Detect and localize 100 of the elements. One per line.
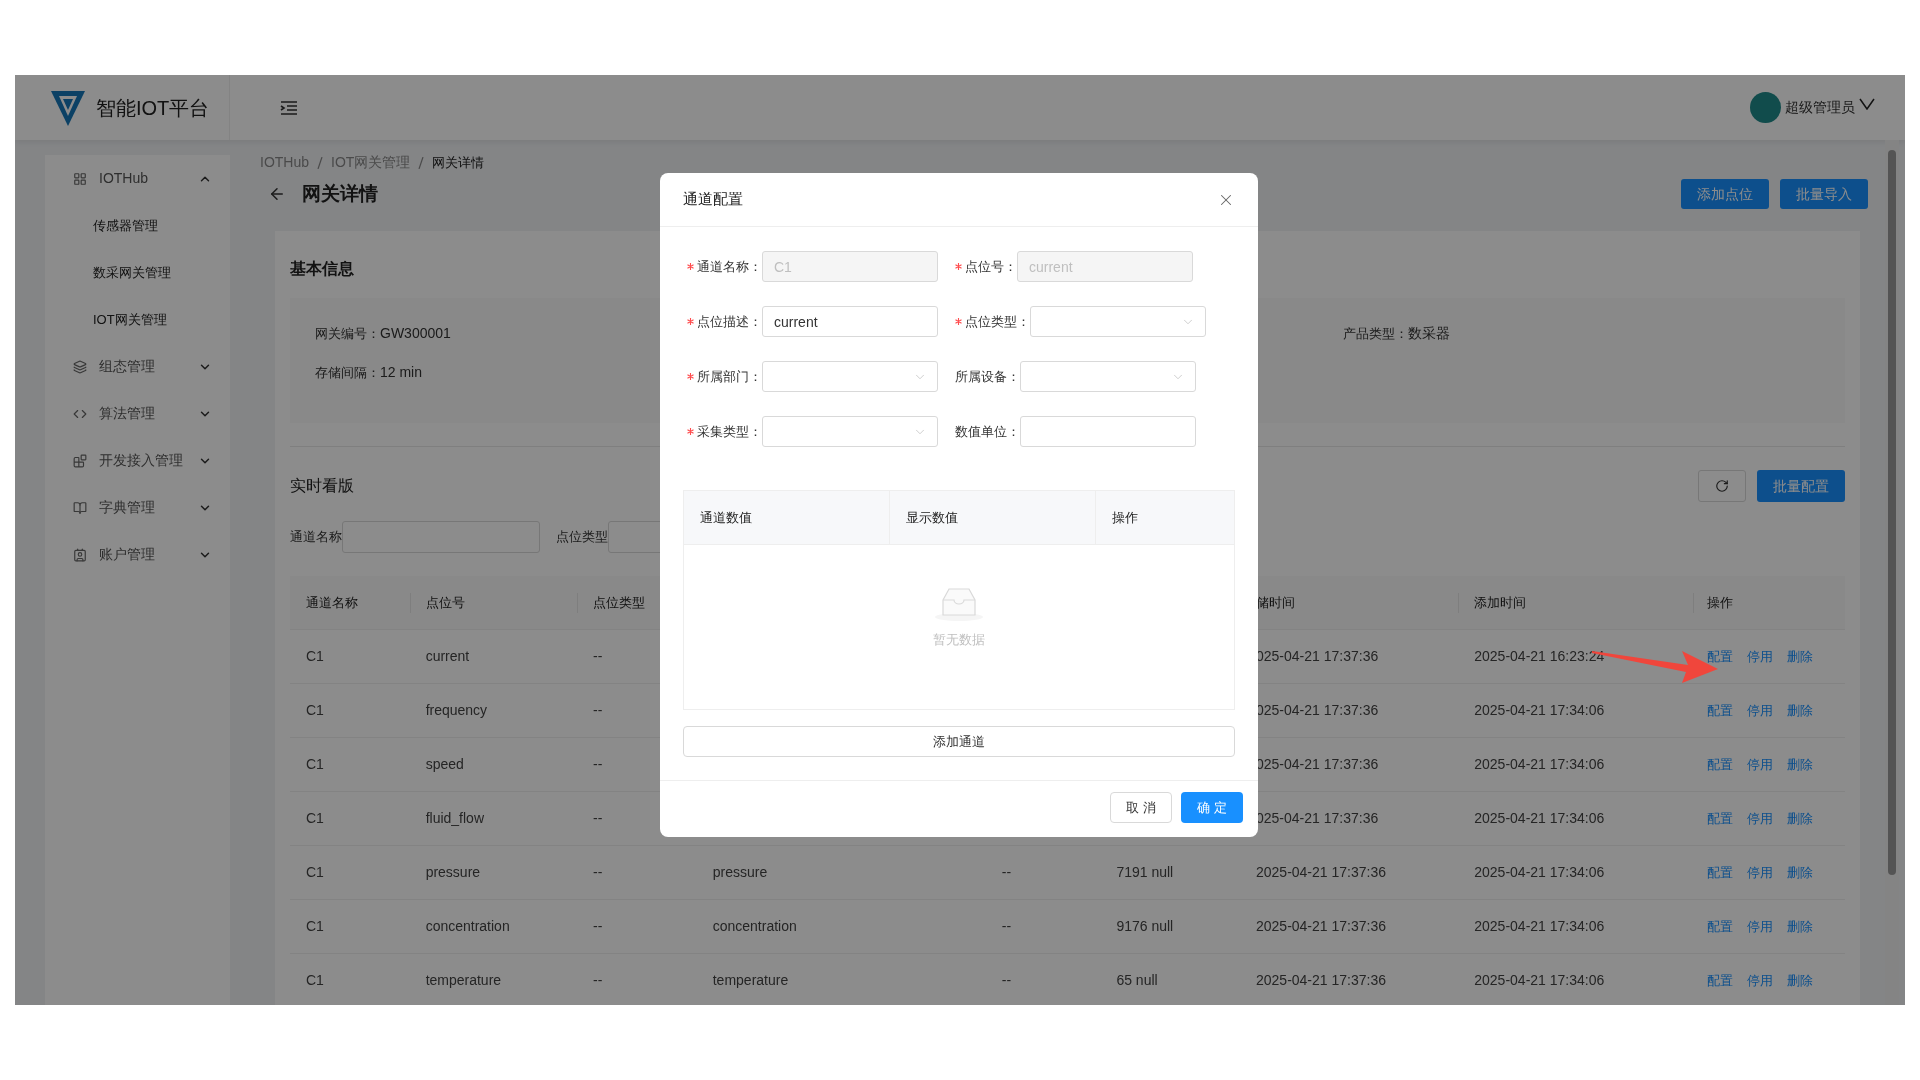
text-field[interactable] xyxy=(1020,416,1196,447)
table-cell-text: 2025-04-21 17:34:06 xyxy=(1474,863,1605,882)
sidebar-item[interactable]: 开发接入管理 xyxy=(45,437,230,484)
action-link[interactable]: 停用 xyxy=(1746,808,1773,829)
ok-button[interactable]: 确 定 xyxy=(1181,792,1243,823)
action-link[interactable]: 停用 xyxy=(1746,700,1773,721)
app-title: 智能IOT平台 xyxy=(96,95,210,121)
table-cell-text: pressure xyxy=(712,863,768,882)
cancel-button[interactable]: 取 消 xyxy=(1110,792,1172,823)
empty-text: 暂无数据 xyxy=(933,631,985,650)
column-header: 添加时间 xyxy=(1474,593,1527,612)
sidebar-item[interactable]: 账户管理 xyxy=(45,531,230,578)
slash-separator-icon xyxy=(317,156,323,169)
table-cell-text: -- xyxy=(593,647,603,666)
field-label: 采集类型： xyxy=(697,422,762,441)
table-cell-text: 65 null xyxy=(1116,971,1158,990)
action-link[interactable]: 停用 xyxy=(1746,754,1773,775)
action-link[interactable]: 删除 xyxy=(1786,862,1813,883)
batch-config-button[interactable]: 批量配置 xyxy=(1757,470,1845,502)
action-link[interactable]: 删除 xyxy=(1786,970,1813,991)
add-channel-button[interactable]: 添加通道 xyxy=(683,726,1235,757)
action-link[interactable]: 删除 xyxy=(1786,808,1813,829)
refresh-button[interactable] xyxy=(1698,470,1746,502)
info-field: 产品类型：数采器 xyxy=(1335,323,1450,344)
table-cell-text: 2025-04-21 16:23:24 xyxy=(1474,647,1605,666)
required-mark-icon xyxy=(687,373,694,380)
action-link[interactable]: 配置 xyxy=(1706,970,1733,991)
action-link[interactable]: 停用 xyxy=(1746,916,1773,937)
table-cell-text: 2025-04-21 17:34:06 xyxy=(1474,809,1605,828)
sidebar-subitem[interactable]: 数采网关管理 xyxy=(45,249,230,296)
text-field[interactable]: current xyxy=(762,306,938,337)
menu-icon[interactable] xyxy=(280,99,298,116)
column-header: 操作 xyxy=(1112,508,1138,527)
slash-separator-icon xyxy=(418,156,425,169)
required-mark-icon xyxy=(955,263,962,270)
table-cell-text: C1 xyxy=(306,917,324,936)
table-cell-text: -- xyxy=(593,701,603,720)
user-name[interactable]: 超级管理员 xyxy=(1785,97,1855,118)
table-cell-text: fluid_flow xyxy=(425,809,484,828)
action-link[interactable]: 删除 xyxy=(1786,754,1813,775)
table-cell-text: 2025-04-21 17:37:36 xyxy=(1256,971,1386,990)
book-icon xyxy=(73,500,87,515)
column-header: 通道数值 xyxy=(700,508,752,527)
sidebar-item[interactable]: IOTHub xyxy=(45,155,230,202)
avatar[interactable] xyxy=(1750,92,1781,123)
table-cell-text: C1 xyxy=(306,863,324,882)
blocks-icon xyxy=(73,453,87,468)
table-cell-text: C1 xyxy=(306,701,324,720)
chevron-down-icon[interactable] xyxy=(1859,97,1875,110)
table-cell-text: 2025-04-21 17:34:06 xyxy=(1474,755,1605,774)
table-cell-text: 7191 null xyxy=(1116,863,1174,882)
dialog-title: 通道配置 xyxy=(683,189,743,210)
required-mark-icon xyxy=(687,318,694,325)
table-cell-text: -- xyxy=(593,863,603,882)
table-cell-text: 2025-04-21 17:34:06 xyxy=(1474,917,1605,936)
action-button[interactable]: 批量导入 xyxy=(1780,179,1868,209)
action-link[interactable]: 停用 xyxy=(1746,646,1773,667)
breadcrumb-item[interactable]: IOTHub xyxy=(260,152,309,173)
action-link[interactable]: 配置 xyxy=(1706,808,1733,829)
action-link[interactable]: 删除 xyxy=(1786,916,1813,937)
table-cell-text: -- xyxy=(1001,971,1012,990)
table-cell-text: C1 xyxy=(306,971,324,990)
select-field[interactable] xyxy=(762,416,938,447)
table-cell-text: 2025-04-21 17:37:36 xyxy=(1256,917,1386,936)
sidebar-subitem[interactable]: 传感器管理 xyxy=(45,202,230,249)
field-label: 点位描述： xyxy=(697,312,762,331)
select-field[interactable] xyxy=(1020,361,1196,392)
action-link[interactable]: 配置 xyxy=(1706,646,1733,667)
sidebar-subitem[interactable]: IOT网关管理 xyxy=(45,296,230,343)
select-field[interactable] xyxy=(1030,306,1206,337)
table-cell-text: -- xyxy=(593,809,603,828)
column-header: 通道名称 xyxy=(306,593,358,612)
action-link[interactable]: 停用 xyxy=(1746,862,1773,883)
sidebar-item[interactable]: 组态管理 xyxy=(45,343,230,390)
table-cell-text: temperature xyxy=(712,971,789,990)
action-link[interactable]: 删除 xyxy=(1786,646,1813,667)
action-link[interactable]: 配置 xyxy=(1706,862,1733,883)
sidebar-item[interactable]: 算法管理 xyxy=(45,390,230,437)
breadcrumb-item: 网关详情 xyxy=(432,153,485,172)
sidebar-item[interactable]: 字典管理 xyxy=(45,484,230,531)
action-button[interactable]: 添加点位 xyxy=(1681,179,1769,209)
action-link[interactable]: 配置 xyxy=(1706,700,1733,721)
info-field: 网关编号：GW300001 xyxy=(315,323,451,344)
table-cell-text: 2025-04-21 17:37:36 xyxy=(1256,863,1386,882)
select-field[interactable] xyxy=(762,361,938,392)
field-label: 点位号： xyxy=(965,257,1017,276)
table-cell-text: -- xyxy=(593,971,603,990)
table-cell-text: concentration xyxy=(712,917,797,936)
table-cell-text: current xyxy=(425,647,470,666)
action-link[interactable]: 删除 xyxy=(1786,700,1813,721)
refresh-icon xyxy=(1715,479,1729,493)
table-cell-text: 025-04-21 17:37:36 xyxy=(1256,755,1379,774)
action-link[interactable]: 配置 xyxy=(1706,754,1733,775)
column-header: 点位类型 xyxy=(593,593,646,612)
table-cell-text: 9176 null xyxy=(1116,917,1174,936)
filter-label: 点位类型 xyxy=(556,528,608,547)
action-link[interactable]: 停用 xyxy=(1746,970,1773,991)
info-field: 存储间隔：12 min xyxy=(315,362,423,383)
logo-icon xyxy=(50,88,86,127)
action-link[interactable]: 配置 xyxy=(1706,916,1733,937)
